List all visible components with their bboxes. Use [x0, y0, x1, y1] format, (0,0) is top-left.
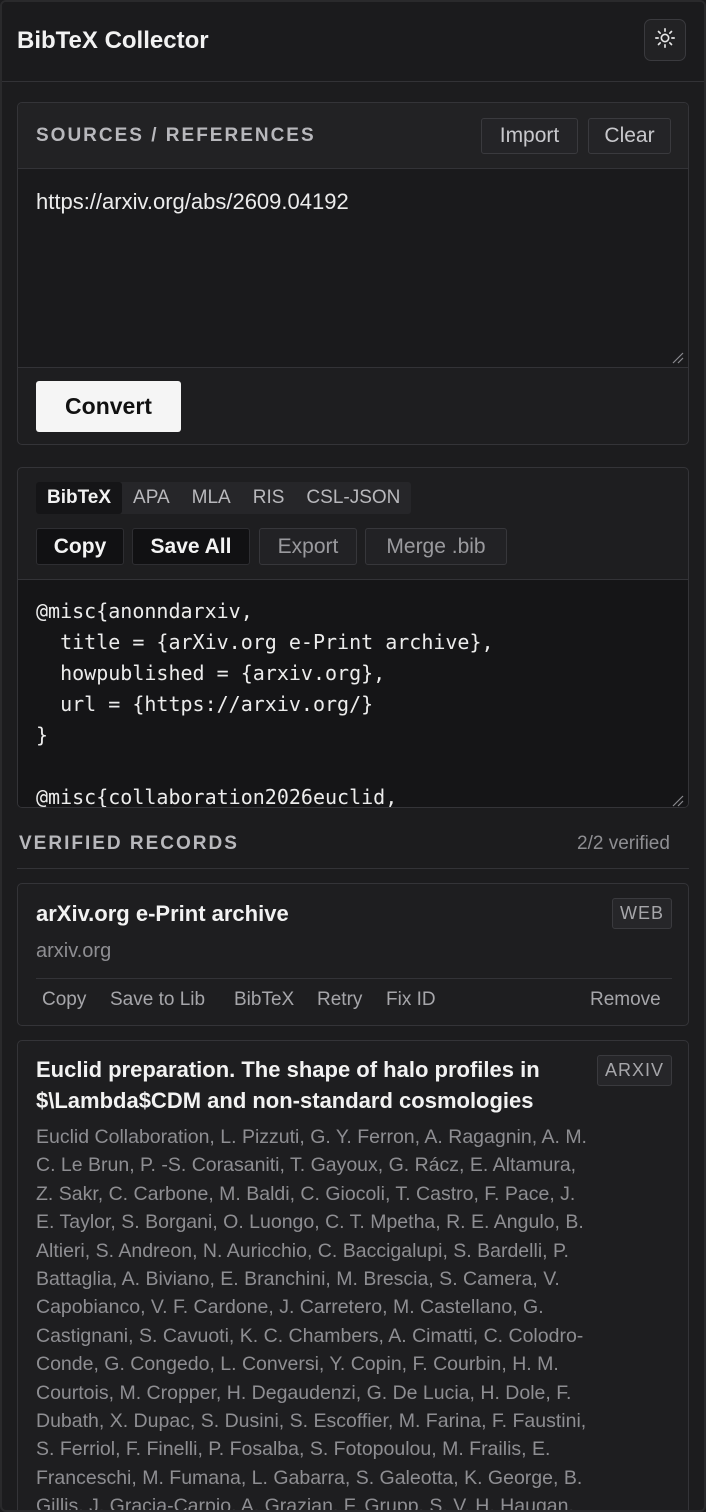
author-line: Capobianco, V. F. Cardone, J. Carretero,… [36, 1296, 544, 1319]
code-line: howpublished = {arxiv.org}, [36, 661, 386, 685]
record-type-badge: WEB [612, 898, 672, 929]
code-line: } [36, 723, 49, 747]
record-type-badge: ARXIV [597, 1055, 672, 1086]
format-tabs: BibTeX APA MLA RIS CSL-JSON [36, 482, 412, 514]
record-copy-button[interactable]: Copy [42, 989, 86, 1011]
sources-textarea-value: https://arxiv.org/abs/2609.04192 [36, 189, 349, 214]
record-save-to-lib-button[interactable]: Save to Lib [110, 989, 205, 1011]
code-line: title = {arXiv.org e-Print archive}, [36, 630, 494, 654]
app-window: BibTeX Collector SOURCES / REFERENCES Im… [0, 0, 706, 1512]
merge-bib-button[interactable]: Merge .bib [365, 528, 507, 565]
code-line: @misc{anonndarxiv, [36, 599, 253, 623]
record-title: arXiv.org e-Print archive [36, 901, 289, 926]
author-line: Battaglia, A. Biviano, E. Branchini, M. … [36, 1268, 560, 1291]
record-title-line: Euclid preparation. The shape of halo pr… [36, 1057, 540, 1082]
records-count: 2/2 verified [577, 833, 670, 854]
output-panel: BibTeX APA MLA RIS CSL-JSON Copy Save Al… [17, 467, 689, 808]
sources-textarea[interactable]: https://arxiv.org/abs/2609.04192 [18, 169, 688, 368]
record-authors: Euclid Collaboration, L. Pizzuti, G. Y. … [36, 1123, 676, 1512]
record-card: Euclid preparation. The shape of halo pr… [17, 1040, 689, 1512]
author-line: Castignani, S. Cavuoti, K. C. Chambers, … [36, 1324, 584, 1347]
sources-label: SOURCES / REFERENCES [36, 125, 316, 146]
copy-button[interactable]: Copy [36, 528, 124, 565]
clear-button[interactable]: Clear [588, 118, 671, 154]
tab-mla[interactable]: MLA [181, 482, 242, 514]
tab-ris[interactable]: RIS [242, 482, 296, 514]
records-label: VERIFIED RECORDS [19, 833, 239, 854]
header-bar: BibTeX Collector [2, 2, 704, 82]
convert-button[interactable]: Convert [36, 381, 181, 432]
author-line: E. Taylor, S. Borgani, O. Luongo, C. T. … [36, 1211, 584, 1234]
app-title: BibTeX Collector [17, 27, 209, 54]
save-all-button[interactable]: Save All [132, 528, 250, 565]
author-line: Courtois, M. Cropper, H. Degaudenzi, G. … [36, 1381, 572, 1404]
record-remove-button[interactable]: Remove [590, 989, 661, 1011]
author-line: S. Ferriol, F. Finelli, P. Fosalba, S. F… [36, 1438, 551, 1461]
code-line: url = {https://arxiv.org/} [36, 692, 374, 716]
divider [17, 868, 689, 869]
export-button[interactable]: Export [259, 528, 357, 565]
author-line: Conde, G. Congedo, L. Conversi, Y. Copin… [36, 1353, 559, 1376]
sources-panel: SOURCES / REFERENCES Import Clear https:… [17, 102, 689, 445]
author-line: Dubath, X. Dupac, S. Dusini, S. Escoffie… [36, 1410, 587, 1433]
resize-handle-icon[interactable] [672, 351, 684, 364]
tab-csl-json[interactable]: CSL-JSON [295, 482, 411, 514]
bibtex-output[interactable]: @misc{anonndarxiv, title = {arXiv.org e-… [18, 579, 688, 808]
code-line: @misc{collaboration2026euclid, [36, 785, 398, 808]
theme-toggle-button[interactable] [644, 19, 686, 61]
sun-icon [654, 27, 676, 54]
author-line: Gillis, J. Gracia-Carpio, A. Grazian, F.… [36, 1495, 574, 1512]
tab-apa[interactable]: APA [122, 482, 181, 514]
author-line: Franceschi, M. Fumana, L. Gabarra, S. Ga… [36, 1466, 583, 1489]
resize-handle-icon[interactable] [672, 794, 684, 807]
import-button[interactable]: Import [481, 118, 578, 154]
author-line: Z. Sakr, C. Carbone, M. Baldi, C. Giocol… [36, 1182, 576, 1205]
sources-panel-header: SOURCES / REFERENCES Import Clear [18, 103, 688, 169]
record-retry-button[interactable]: Retry [317, 989, 362, 1011]
record-bibtex-button[interactable]: BibTeX [234, 989, 294, 1011]
author-line: Altieri, S. Andreon, N. Auricchio, C. Ba… [36, 1239, 569, 1262]
record-card: arXiv.org e-Print archive WEB arxiv.org … [17, 883, 689, 1026]
record-fix-id-button[interactable]: Fix ID [386, 989, 436, 1011]
record-subtitle: arxiv.org [36, 940, 112, 962]
author-line: C. Le Brun, P. -S. Corasaniti, T. Gayoux… [36, 1154, 577, 1177]
record-title-line: $\Lambda$CDM and non-standard cosmologie… [36, 1088, 534, 1113]
author-line: Euclid Collaboration, L. Pizzuti, G. Y. … [36, 1126, 587, 1148]
tab-bibtex[interactable]: BibTeX [36, 482, 123, 514]
divider [36, 978, 672, 979]
